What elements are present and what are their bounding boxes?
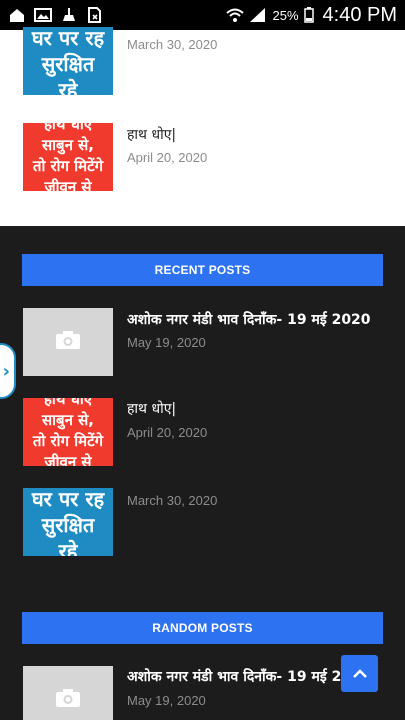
post-title[interactable]: हाथ धोए|	[127, 125, 176, 145]
post-date: May 19, 2020	[127, 335, 206, 350]
back-to-top-button[interactable]	[341, 655, 378, 692]
signal-icon	[249, 7, 267, 23]
thumb-text: तो रोग मिटेंगे	[32, 157, 104, 175]
home-icon	[8, 7, 26, 23]
post-thumbnail[interactable]	[23, 666, 113, 720]
thumb-text: साबुन से,	[42, 411, 94, 429]
post-thumbnail[interactable]: हाथ धोए साबुन से, तो रोग मिटेंगे जीवन से	[23, 398, 113, 466]
thumb-text: घर पर रह	[31, 27, 105, 50]
recent-posts-header: RECENT POSTS	[22, 254, 383, 286]
post-thumbnail[interactable]	[23, 308, 113, 376]
battery-percent: 25%	[272, 7, 299, 23]
thumb-text: जीवन से	[44, 178, 92, 191]
list-item[interactable]: हाथ धोए साबुन से, तो रोग मिटेंगे जीवन से…	[23, 398, 383, 466]
post-date: March 30, 2020	[127, 37, 218, 52]
sim-error-icon	[86, 7, 104, 23]
list-item[interactable]: घर पर रह सुरक्षित रहे March 30, 2020	[23, 488, 383, 556]
chevron-right-icon: ›	[2, 360, 10, 382]
battery-icon	[303, 7, 314, 23]
thumb-text: सुरक्षित	[41, 513, 95, 537]
thumb-text: तो रोग मिटेंगे	[32, 432, 104, 450]
cleaner-icon	[60, 7, 78, 23]
list-item[interactable]: हाथ धोए साबुन से, तो रोग मिटेंगे जीवन से…	[23, 123, 383, 191]
thumb-text: जीवन से	[44, 453, 92, 466]
camera-icon	[55, 330, 81, 354]
status-bar: 25% 4:40 PM	[0, 0, 405, 30]
post-thumbnail[interactable]: हाथ धोए साबुन से, तो रोग मिटेंगे जीवन से	[23, 123, 113, 191]
post-thumbnail[interactable]: घर पर रह सुरक्षित रहे	[23, 27, 113, 95]
post-title[interactable]: हाथ धोए|	[127, 399, 176, 419]
image-icon	[34, 7, 52, 23]
list-item[interactable]: अशोक नगर मंडी भाव दिनाँक- 19 मई 2020 May…	[23, 308, 383, 376]
thumb-text: सुरक्षित	[41, 52, 95, 76]
camera-icon	[55, 688, 81, 712]
post-title[interactable]: अशोक नगर मंडी भाव दिनाँक- 19 मई 2020	[127, 667, 371, 687]
post-date: April 20, 2020	[127, 425, 208, 440]
wifi-icon	[226, 7, 245, 23]
random-posts-header: RANDOM POSTS	[22, 612, 383, 644]
top-post-list: घर पर रह सुरक्षित रहे March 30, 2020 हाथ…	[0, 27, 405, 226]
thumb-text: रहे	[58, 539, 78, 556]
post-date: April 20, 2020	[127, 150, 208, 165]
thumb-text: हाथ धोए	[43, 398, 93, 408]
post-date: March 30, 2020	[127, 493, 218, 508]
post-date: May 19, 2020	[127, 693, 206, 708]
thumb-text: घर पर रह	[31, 488, 105, 511]
thumb-text: साबुन से,	[42, 136, 94, 154]
post-thumbnail[interactable]: घर पर रह सुरक्षित रहे	[23, 488, 113, 556]
post-title[interactable]: अशोक नगर मंडी भाव दिनाँक- 19 मई 2020	[127, 310, 371, 330]
thumb-text: हाथ धोए	[43, 123, 93, 133]
side-menu-toggle[interactable]: ›	[0, 343, 16, 399]
list-item[interactable]: अशोक नगर मंडी भाव दिनाँक- 19 मई 2020 May…	[23, 666, 383, 720]
thumb-text: रहे	[58, 78, 78, 95]
chevron-up-icon	[352, 664, 367, 683]
clock: 4:40 PM	[322, 3, 397, 26]
list-item[interactable]: घर पर रह सुरक्षित रहे March 30, 2020	[23, 27, 383, 95]
